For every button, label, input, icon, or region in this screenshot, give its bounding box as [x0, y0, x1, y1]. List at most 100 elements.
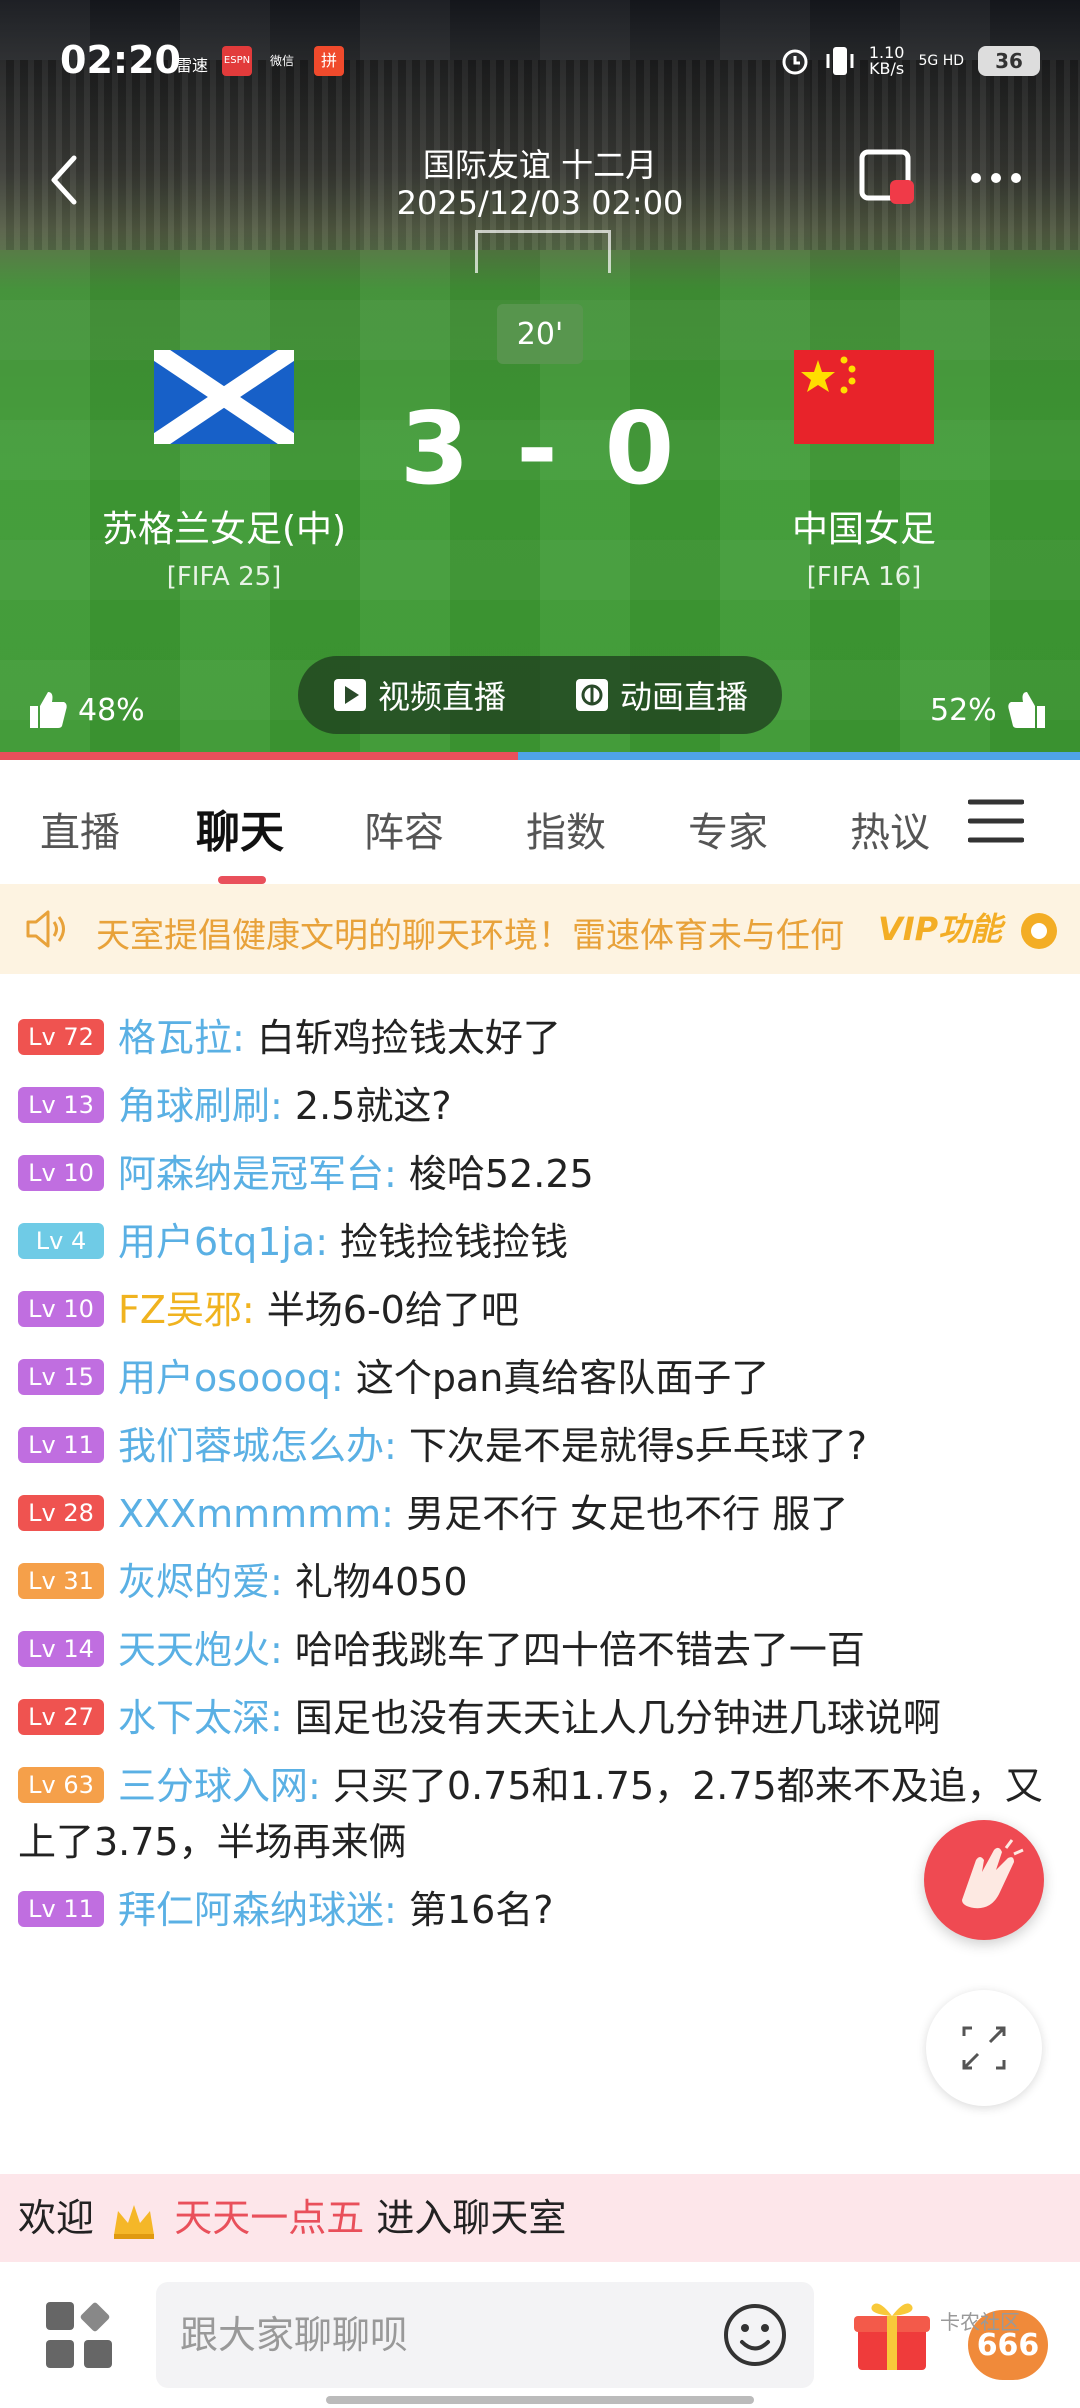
chat-username[interactable]: 我们蓉城怎么办: — [118, 1424, 397, 1468]
status-bar: 02:20 雷速 ESPN 微信 拼 1.10 KB/s 5G HD 36 — [0, 0, 1080, 130]
tab-live[interactable]: 直播 — [40, 800, 120, 858]
gift-icon[interactable] — [852, 2296, 932, 2374]
user-level-badge: Lv 14 — [18, 1630, 104, 1667]
play-icon — [333, 679, 366, 711]
more-icon[interactable] — [966, 158, 1026, 198]
thumbs-up-icon — [1008, 692, 1045, 728]
user-level-badge: Lv 72 — [18, 1018, 104, 1055]
clap-button[interactable] — [924, 1820, 1044, 1940]
chat-username[interactable]: 阿森纳是冠军台: — [118, 1152, 397, 1196]
match-minute: 20' — [497, 304, 583, 364]
expand-icon — [962, 2026, 1006, 2070]
chat-text: 半场6-0给了吧 — [266, 1288, 519, 1332]
chat-text: 国足也没有天天让人几分钟进几球说啊 — [294, 1696, 941, 1740]
apps-grid-icon[interactable] — [44, 2300, 114, 2370]
clock: 02:20 — [60, 38, 181, 82]
crown-icon — [114, 2204, 155, 2239]
user-level-badge: Lv 31 — [18, 1562, 104, 1599]
support-ratio-bar — [0, 752, 1080, 760]
welcome-banner: 欢迎 天天一点五 进入聊天室 — [0, 2174, 1080, 2262]
alarm-icon — [782, 49, 808, 75]
partially-hidden-message — [0, 974, 1080, 1004]
chat-username[interactable]: 拜仁阿森纳球迷: — [118, 1888, 397, 1932]
user-level-badge: Lv 15 — [18, 1358, 104, 1395]
match-datetime: 2025/12/03 02:00 — [396, 184, 684, 222]
user-level-badge: Lv 10 — [18, 1290, 104, 1327]
match-competition: 国际友谊 十二月 — [422, 146, 658, 184]
scoreboard: 3 - 0 — [0, 390, 1080, 507]
tab-experts[interactable]: 专家 — [688, 800, 768, 858]
animation-icon — [575, 679, 608, 711]
chat-username[interactable]: 用户osoooq: — [118, 1356, 344, 1400]
tab-bar: 直播 聊天 阵容 指数 专家 热议 — [0, 760, 1080, 884]
menu-icon[interactable] — [968, 798, 1024, 844]
chat-username[interactable]: XXXmmmmm: — [118, 1492, 394, 1536]
active-tab-indicator — [218, 876, 266, 884]
chat-input[interactable] — [156, 2282, 814, 2388]
user-level-badge: Lv 63 — [18, 1766, 104, 1803]
chat-username[interactable]: 格瓦拉: — [118, 1016, 245, 1060]
user-level-badge: Lv 10 — [18, 1154, 104, 1191]
chat-username[interactable]: 用户6tq1ja: — [118, 1220, 328, 1264]
chat-text: 第16名? — [408, 1888, 554, 1932]
fullscreen-button[interactable] — [926, 1990, 1042, 2106]
tab-odds[interactable]: 指数 — [526, 800, 606, 858]
user-level-badge: Lv 11 — [18, 1890, 104, 1927]
network-speed: 1.10 KB/s — [868, 43, 905, 78]
chat-text: 捡钱捡钱捡钱 — [340, 1220, 569, 1264]
chat-message: Lv 11 拜仁阿森纳球迷: 第16名? — [0, 1876, 1080, 1944]
battery-indicator: 36 — [978, 46, 1040, 76]
watermark-text: 卡农社区 — [940, 2310, 1020, 2334]
user-level-badge: Lv 4 — [18, 1222, 104, 1259]
chat-text: 这个pan真给客队面子了 — [355, 1356, 770, 1400]
user-level-badge: Lv 28 — [18, 1494, 104, 1531]
user-level-badge: Lv 27 — [18, 1698, 104, 1735]
away-team-name[interactable]: 中国女足 — [654, 500, 1074, 552]
away-support-fill — [518, 752, 1080, 760]
home-like-button[interactable]: 48% — [28, 690, 145, 730]
chat-message: Lv 13 角球刷刷: 2.5就这? — [0, 1072, 1080, 1140]
animation-live-button[interactable]: 动画直播 — [540, 656, 782, 734]
speaker-icon — [26, 910, 65, 948]
chat-message-list[interactable]: Lv 72 格瓦拉: 白斩鸡捡钱太好了 Lv 13 角球刷刷: 2.5就这? Lv 10… — [0, 974, 1080, 2174]
thumbs-up-icon — [30, 692, 67, 728]
tab-discussion[interactable]: 热议 — [850, 800, 930, 858]
chat-message: Lv 14 天天炮火: 哈哈我跳车了四十倍不错去了一百 — [0, 1616, 1080, 1684]
welcome-suffix: 进入聊天室 — [376, 2196, 567, 2240]
home-support-percent: 48% — [78, 692, 145, 728]
chat-message: Lv 72 格瓦拉: 白斩鸡捡钱太好了 — [0, 1004, 1080, 1072]
chat-message: Lv 11 我们蓉城怎么办: 下次是不是就得s乒乓球了? — [0, 1412, 1080, 1480]
screen-record-icon[interactable] — [858, 148, 918, 208]
welcome-user[interactable]: 天天一点五 — [174, 2196, 364, 2240]
chat-text: 男足不行 女足也不行 服了 — [406, 1492, 849, 1536]
notice-text: 天室提倡健康文明的聊天环境！雷速体育未与任何 — [96, 916, 844, 956]
chat-username[interactable]: FZ吴邪: — [118, 1288, 255, 1332]
away-team-rank: [FIFA 16] — [806, 562, 922, 592]
clap-icon — [962, 1839, 1024, 1909]
chat-message: Lv 10 FZ吴邪: 半场6-0给了吧 — [0, 1276, 1080, 1344]
emoji-icon[interactable] — [722, 2302, 788, 2368]
home-score: 3 — [399, 390, 476, 507]
vibrate-icon — [826, 47, 854, 75]
home-support-fill — [0, 752, 519, 760]
chat-username[interactable]: 角球刷刷: — [118, 1084, 283, 1128]
chat-message: Lv 63 三分球入网: 只买了0.75和1.75，2.75都来不及追，又上了3.… — [0, 1752, 1080, 1876]
chat-message: Lv 28 XXXmmmmm: 男足不行 女足也不行 服了 — [0, 1480, 1080, 1548]
vip-badge-icon — [1021, 913, 1058, 949]
chat-username[interactable]: 水下太深: — [118, 1696, 283, 1740]
chat-username[interactable]: 灰烬的爱: — [118, 1560, 283, 1604]
away-score: 0 — [604, 390, 681, 507]
video-live-button[interactable]: 视频直播 — [298, 656, 540, 734]
away-support-percent: 52% — [930, 692, 997, 728]
tab-lineup[interactable]: 阵容 — [364, 800, 444, 858]
espn-app-icon: ESPN — [222, 46, 252, 76]
tab-chat[interactable]: 聊天 — [196, 796, 284, 860]
chat-username[interactable]: 天天炮火: — [118, 1628, 283, 1672]
vip-feature-button[interactable]: VIP功能 — [878, 904, 1059, 951]
app-notification-icon: 雷速 — [176, 56, 209, 75]
chat-username[interactable]: 三分球入网: — [118, 1764, 321, 1808]
user-level-badge: Lv 13 — [18, 1086, 104, 1123]
chat-text: 下次是不是就得s乒乓球了? — [408, 1424, 867, 1468]
home-team-name[interactable]: 苏格兰女足(中) — [14, 500, 434, 552]
away-like-button[interactable]: 52% — [930, 690, 1047, 730]
